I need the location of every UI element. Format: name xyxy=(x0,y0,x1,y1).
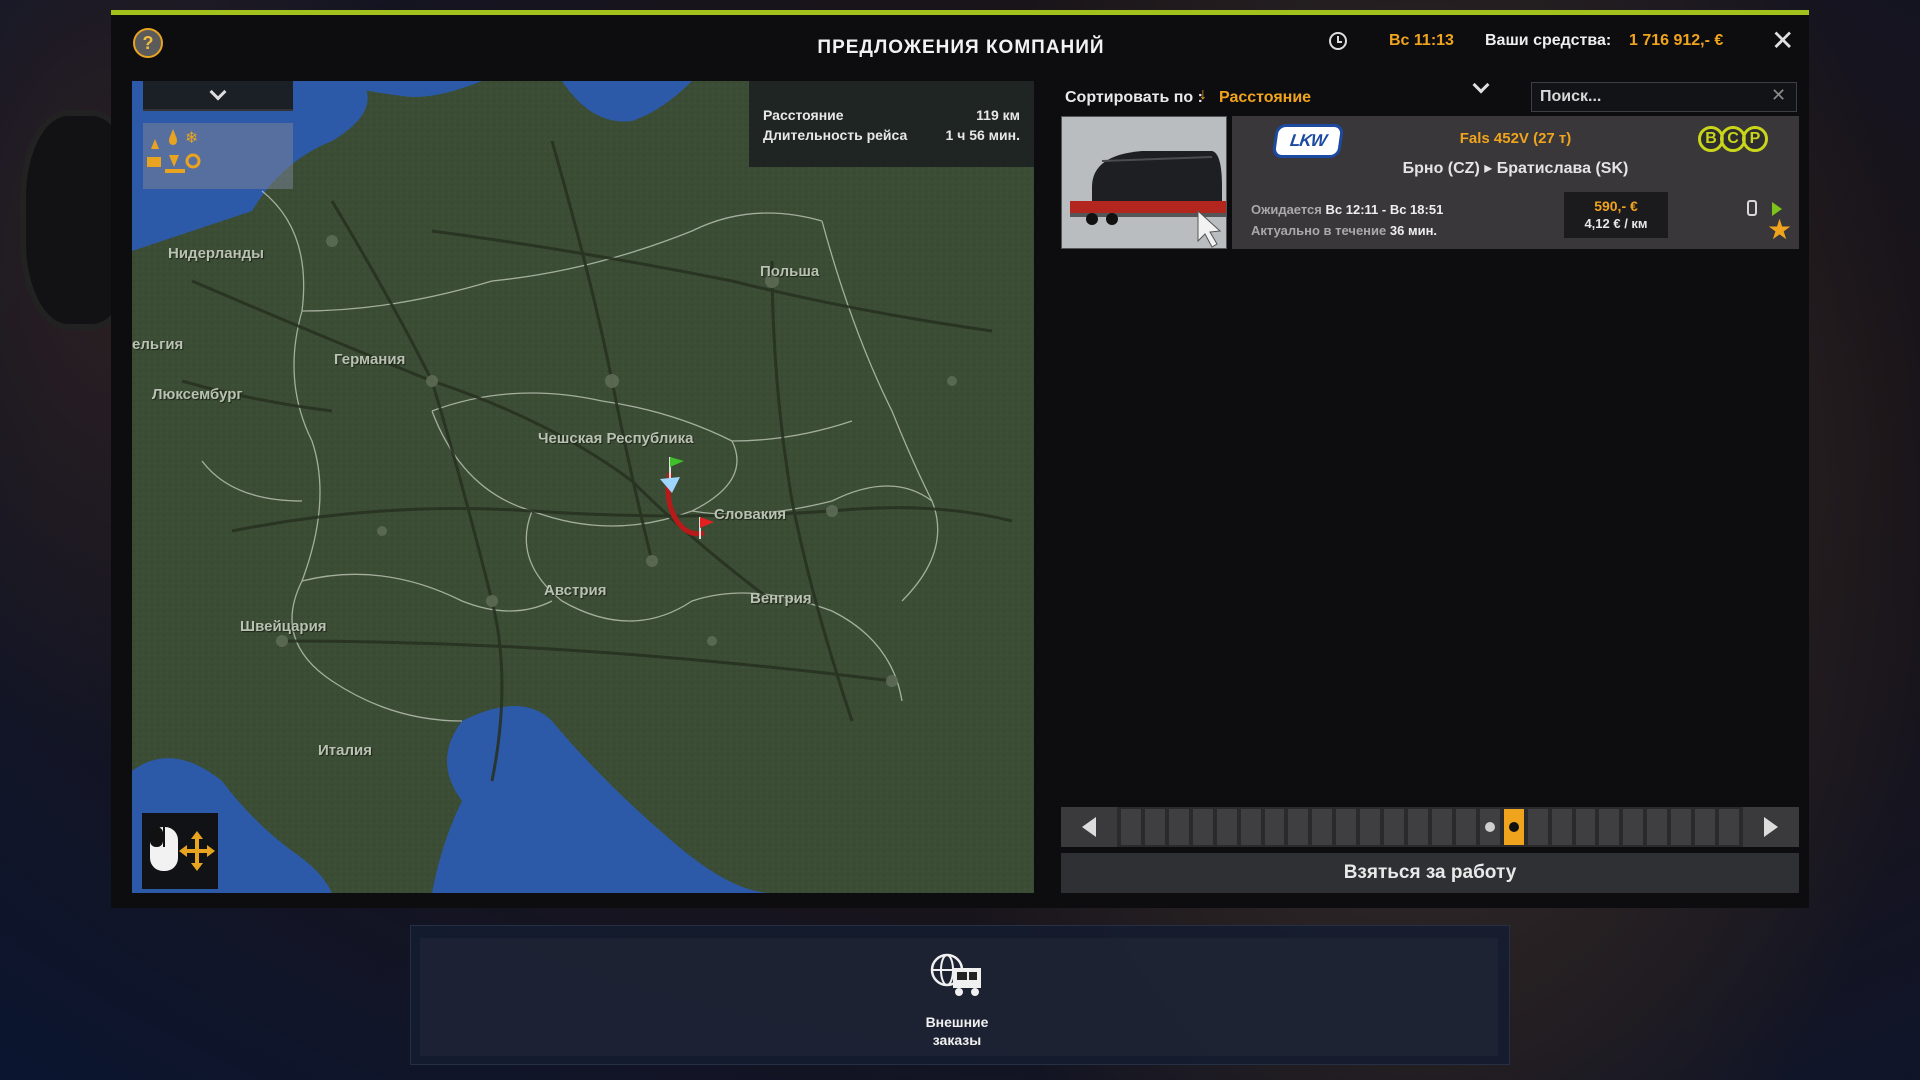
company-offers-window: ? ПРЕДЛОЖЕНИЯ КОМПАНИЙ Вс 11:13 Ваши сре… xyxy=(111,10,1809,908)
map-label-hungary: Венгрия xyxy=(750,590,812,607)
pager-page[interactable] xyxy=(1288,809,1309,845)
pager-page[interactable] xyxy=(1121,809,1141,845)
pager-page[interactable] xyxy=(1647,809,1668,845)
pager-page[interactable] xyxy=(1503,809,1524,845)
map-label-luxembourg: Люксембург xyxy=(152,386,243,403)
valid-value: 36 мин. xyxy=(1389,223,1438,238)
job-price: 590,- € xyxy=(1594,198,1638,214)
pager-page[interactable] xyxy=(1695,809,1716,845)
pager-page[interactable] xyxy=(1431,809,1452,845)
sort-label: Сортировать по : xyxy=(1065,89,1203,106)
sort-direction-icon[interactable]: ↓ xyxy=(1199,86,1207,104)
valid-label: Актуально в течение xyxy=(1251,223,1387,238)
search-input[interactable] xyxy=(1531,82,1797,112)
pager-page[interactable] xyxy=(1551,809,1572,845)
duration-row: Длительность рейса 1 ч 56 мин. xyxy=(763,127,1020,143)
adr-badges: B C P xyxy=(1698,126,1768,152)
duration-value: 1 ч 56 мин. xyxy=(945,127,1020,143)
clock-icon xyxy=(1329,32,1347,50)
pager-page[interactable] xyxy=(1599,809,1620,845)
pager-page[interactable] xyxy=(1575,809,1596,845)
external-orders-icon xyxy=(930,953,981,996)
job-pager xyxy=(1061,807,1799,847)
distance-label: Расстояние xyxy=(763,107,844,123)
pager-page[interactable] xyxy=(1192,809,1213,845)
chevron-down-icon xyxy=(209,83,227,101)
pager-page[interactable] xyxy=(1479,809,1500,845)
game-time: Вс 11:13 xyxy=(1389,32,1454,49)
pager-next-button[interactable] xyxy=(1743,807,1799,847)
pager-dots xyxy=(1121,809,1739,845)
trailer-icon xyxy=(1747,200,1757,216)
arrow-right-icon xyxy=(1764,817,1778,837)
funds-value: 1 716 912,- € xyxy=(1629,32,1724,49)
map-label-poland: Польша xyxy=(760,263,820,280)
svg-text:❄: ❄ xyxy=(185,128,198,147)
map-label-austria: Австрия xyxy=(544,582,607,599)
map-graphic xyxy=(132,81,1034,893)
map-label-belgium: ельгия xyxy=(132,336,184,353)
distance-value: 119 км xyxy=(976,107,1020,123)
job-details: LKW Fals 452V (27 т) Брно (CZ) ▸ Братисл… xyxy=(1232,116,1799,249)
distance-row: Расстояние 119 км xyxy=(763,107,1020,123)
pager-page[interactable] xyxy=(1240,809,1261,845)
mouse-move-icon xyxy=(150,827,215,871)
job-route: Брно (CZ) ▸ Братислава (SK) xyxy=(1402,160,1629,177)
pager-page[interactable] xyxy=(1527,809,1548,845)
sort-dropdown[interactable]: Расстояние xyxy=(1219,89,1311,107)
map-label-slovakia: Словакия xyxy=(714,506,787,523)
map-filter-button[interactable]: ❄ xyxy=(143,123,293,189)
mouse-control-hint xyxy=(142,813,218,889)
pager-page[interactable] xyxy=(1144,809,1165,845)
pager-page[interactable] xyxy=(1168,809,1189,845)
cargo-filter-icon: ❄ xyxy=(147,128,201,173)
trailer-image xyxy=(1062,117,1226,248)
expected-delivery: Ожидается Вс 12:11 - Вс 18:51 xyxy=(1251,202,1443,217)
sort-dropdown-toggle[interactable] xyxy=(1472,76,1490,94)
map-label-netherlands: Нидерланды xyxy=(168,245,264,262)
funds-label: Ваши средства: xyxy=(1485,32,1612,49)
map-label-czech: Чешская Республика xyxy=(538,430,694,447)
external-orders-button[interactable]: Внешние заказы xyxy=(902,950,1012,1070)
route-info-panel: Расстояние 119 км Длительность рейса 1 ч… xyxy=(749,81,1034,167)
map-label-switzerland: Швейцария xyxy=(240,618,327,635)
job-offer-card[interactable]: LKW Fals 452V (27 т) Брно (CZ) ▸ Братисл… xyxy=(1061,116,1799,249)
map-layer-dropdown[interactable] xyxy=(143,81,293,111)
expected-value: Вс 12:11 - Вс 18:51 xyxy=(1325,202,1444,217)
chevron-down-icon xyxy=(1472,76,1490,94)
map-label-italy: Италия xyxy=(318,742,372,759)
route-map[interactable]: Нидерланды ельгия Германия Люксембург По… xyxy=(132,81,1034,893)
titlebar: ? ПРЕДЛОЖЕНИЯ КОМПАНИЙ Вс 11:13 Ваши сре… xyxy=(111,15,1809,79)
map-label-germany: Германия xyxy=(334,351,406,368)
pager-page[interactable] xyxy=(1216,809,1237,845)
offer-validity: Актуально в течение 36 мин. xyxy=(1251,223,1437,238)
price-box: 590,- € 4,12 € / км xyxy=(1564,192,1668,238)
pager-page[interactable] xyxy=(1719,809,1739,845)
star-icon[interactable]: ★ xyxy=(1767,216,1792,244)
pager-page[interactable] xyxy=(1360,809,1381,845)
pager-page[interactable] xyxy=(1408,809,1428,845)
external-orders-label: Внешние заказы xyxy=(925,1014,989,1048)
pager-page[interactable] xyxy=(1312,809,1333,845)
pager-page[interactable] xyxy=(1384,809,1405,845)
take-job-button[interactable]: Взяться за работу xyxy=(1061,853,1799,893)
pager-page[interactable] xyxy=(1623,809,1644,845)
clear-search-icon[interactable]: ✕ xyxy=(1771,85,1786,106)
pager-page[interactable] xyxy=(1336,809,1357,845)
adr-badge-p: P xyxy=(1742,126,1768,152)
close-button[interactable]: ✕ xyxy=(1771,27,1794,55)
duration-label: Длительность рейса xyxy=(763,127,908,143)
pager-page[interactable] xyxy=(1264,809,1285,845)
arrow-left-icon xyxy=(1082,817,1096,837)
pager-prev-button[interactable] xyxy=(1061,807,1117,847)
expected-label: Ожидается xyxy=(1251,202,1322,217)
trailer-thumbnail xyxy=(1061,116,1227,249)
price-per-km: 4,12 € / км xyxy=(1584,216,1648,231)
pager-page[interactable] xyxy=(1455,809,1476,845)
pager-page[interactable] xyxy=(1671,809,1692,845)
